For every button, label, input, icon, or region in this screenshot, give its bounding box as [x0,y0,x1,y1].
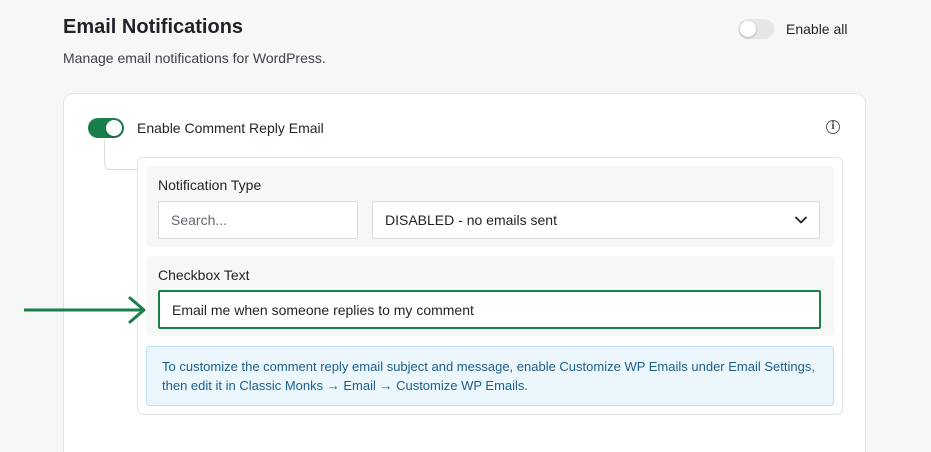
checkbox-text-section: Checkbox Text [146,256,834,336]
toggle-knob [740,21,756,37]
enable-all-toggle[interactable] [738,19,774,39]
enable-all-toggle-group[interactable]: Enable all [738,19,848,39]
tree-connector [104,140,138,170]
checkbox-text-input[interactable] [158,290,821,329]
page-subtitle: Manage email notifications for WordPress… [63,50,326,66]
right-arrow-icon [24,296,146,324]
notification-type-selected: DISABLED - no emails sent [385,212,557,228]
comment-reply-toggle-row[interactable]: Enable Comment Reply Email [88,118,324,138]
notification-type-select[interactable]: DISABLED - no emails sent [372,201,820,239]
comment-reply-settings: Notification Type DISABLED - no emails s… [137,157,843,415]
checkbox-text-label: Checkbox Text [158,267,250,283]
search-input[interactable] [158,201,358,239]
comment-reply-card: Enable Comment Reply Email i Notificatio… [63,93,866,452]
customize-notice: To customize the comment reply email sub… [146,346,834,406]
chevron-down-icon [795,216,807,224]
comment-reply-toggle[interactable] [88,118,124,138]
notification-type-label: Notification Type [158,177,262,193]
enable-all-label: Enable all [786,21,848,37]
comment-reply-toggle-label: Enable Comment Reply Email [137,120,324,136]
notification-type-section: Notification Type DISABLED - no emails s… [146,166,834,247]
page-title: Email Notifications [63,16,244,38]
toggle-knob [106,120,122,136]
info-icon[interactable]: i [826,120,840,134]
